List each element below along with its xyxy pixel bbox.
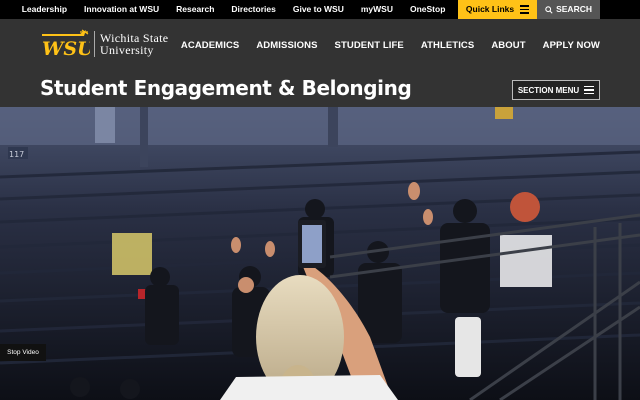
white-shirt — [220, 375, 398, 400]
home-logo-link[interactable]: WSU Wichita State University — [40, 28, 168, 60]
nav-admissions[interactable]: ADMISSIONS — [256, 40, 317, 51]
logo-wordmark: WSU — [42, 38, 90, 60]
search-label: SEARCH — [556, 4, 592, 14]
nav-athletics[interactable]: ATHLETICS — [421, 40, 475, 51]
university-name-line2: University — [100, 43, 154, 57]
quick-links-label: Quick Links — [465, 4, 515, 14]
primary-nav: ACADEMICS ADMISSIONS STUDENT LIFE ATHLET… — [181, 19, 600, 71]
search-icon — [545, 5, 553, 14]
phone-screen — [302, 225, 322, 263]
handheld-sign — [500, 235, 552, 287]
menu-icon — [584, 85, 595, 95]
utility-link-leadership[interactable]: Leadership — [13, 0, 75, 19]
wsu-logo: WSU — [42, 29, 90, 60]
quick-links-button[interactable]: Quick Links — [457, 0, 538, 19]
utility-link-innovation[interactable]: Innovation at WSU — [76, 0, 168, 19]
glowing-sign — [112, 233, 152, 275]
university-name: Wichita State University — [100, 31, 168, 57]
nav-student-life[interactable]: STUDENT LIFE — [335, 40, 404, 51]
section-header: Student Engagement & Belonging SECTION M… — [0, 71, 640, 107]
nav-academics[interactable]: ACADEMICS — [181, 40, 239, 51]
hamburger-icon — [520, 5, 530, 14]
utility-link-directories[interactable]: Directories — [223, 0, 284, 19]
utility-link-onestop[interactable]: OneStop — [401, 0, 453, 19]
search-button[interactable]: SEARCH — [537, 0, 600, 19]
main-nav: WSU Wichita State University ACADEMICS A… — [0, 19, 640, 71]
hero-video: 117 Stop Video — [0, 107, 640, 400]
section-number: 117 — [9, 150, 24, 159]
section-menu-button[interactable]: SECTION MENU — [512, 80, 600, 100]
section-menu-label: SECTION MENU — [517, 85, 580, 95]
student-boot — [455, 317, 481, 377]
nav-about[interactable]: ABOUT — [491, 40, 525, 51]
page-title: Student Engagement & Belonging — [40, 76, 412, 100]
logo-divider — [94, 31, 95, 57]
nav-apply-now[interactable]: APPLY NOW — [543, 40, 600, 51]
utility-link-research[interactable]: Research — [168, 0, 223, 19]
student-red-hair — [510, 192, 540, 222]
hero-scene: 117 — [0, 107, 640, 400]
stop-video-button[interactable]: Stop Video — [0, 344, 46, 361]
utility-bar: Leadership Innovation at WSU Research Di… — [0, 0, 640, 19]
utility-link-give[interactable]: Give to WSU — [284, 0, 352, 19]
utility-link-mywsu[interactable]: myWSU — [352, 0, 401, 19]
